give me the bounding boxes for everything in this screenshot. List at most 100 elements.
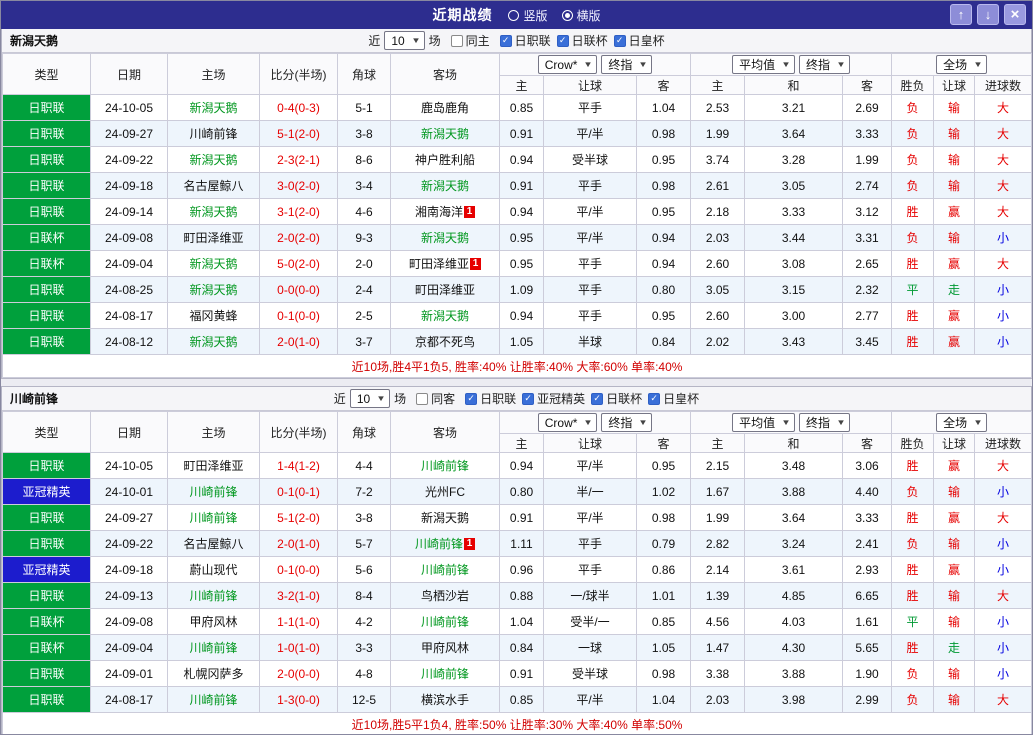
avg-home: 2.14 (690, 556, 746, 583)
match-score: 0-1(0-0) (259, 302, 338, 329)
games-label: 场 (428, 34, 441, 48)
close-button[interactable]: × (1004, 4, 1026, 25)
away-team: 横滨水手 (390, 686, 500, 713)
result-outcome: 胜 (891, 634, 935, 661)
result-outcome: 胜 (891, 328, 935, 355)
radio-label: 横版 (576, 8, 601, 23)
handicap: 受半球 (543, 146, 637, 173)
competition-checkbox[interactable]: ✓ 日联杯 (591, 390, 642, 407)
radio-vertical-layout[interactable]: 竖版 (508, 7, 548, 24)
match-row: 日职联 24-09-18 名古屋鲸八 3-0(2-0) 3-4 新潟天鹅 0.91 平手 0.9… (2, 172, 1032, 199)
match-type: 日职联 (2, 582, 91, 609)
match-row: 日职联 24-08-25 新潟天鹅 0-0(0-0) 2-4 町田泽维亚 1.09 平手 0.8… (2, 276, 1032, 303)
match-row: 亚冠精英 24-09-18 蔚山现代 0-1(0-0) 5-6 川崎前锋 0.96 平手 0.8… (2, 556, 1032, 583)
same-venue-checkbox[interactable]: 同客 (416, 390, 455, 407)
match-type: 日职联 (2, 452, 91, 479)
scroll-down-button[interactable]: ↓ (977, 4, 999, 25)
away-team: 京都不死鸟 (390, 328, 500, 355)
match-count-select[interactable]: 10 ▼ (384, 31, 425, 50)
corner-score: 5-7 (337, 530, 391, 557)
col-header-score: 比分(半场) (259, 411, 338, 453)
odds-away: 0.85 (635, 608, 692, 635)
subcol-handicap: 让球 (543, 433, 637, 453)
same-venue-checkbox[interactable]: 同主 (450, 32, 490, 49)
corner-score: 3-7 (337, 328, 391, 355)
checkbox-icon: ✓ (465, 392, 478, 405)
away-team: 町田泽维亚 1 (390, 250, 500, 277)
col-header-home: 主场 (167, 53, 260, 95)
avg-away: 1.99 (842, 146, 893, 173)
result-outcome: 负 (891, 94, 935, 121)
checkbox-icon: ✓ (522, 392, 535, 405)
odds-time-select[interactable]: 终指 ▼ (601, 413, 653, 432)
odds-away: 1.02 (635, 478, 692, 505)
subcol-avg-away: 客 (842, 75, 893, 95)
away-team: 新潟天鹅 (390, 504, 500, 531)
match-row: 日职联 24-09-22 新潟天鹅 2-3(2-1) 8-6 神户胜利船 0.94 受半球 0.… (2, 146, 1032, 173)
odds-away: 0.84 (635, 328, 692, 355)
odds-home: 0.94 (499, 302, 544, 329)
match-score: 5-1(2-0) (259, 504, 338, 531)
odds-source-select[interactable]: Crow* ▼ (537, 413, 598, 432)
match-score: 0-1(0-0) (259, 556, 338, 583)
avg-away: 3.45 (842, 328, 893, 355)
team-name: 川崎前锋 (10, 392, 59, 406)
competition-checkbox[interactable]: ✓ 日职联 (465, 390, 516, 407)
result-goals: 小 (974, 660, 1032, 687)
competition-checkbox[interactable]: ✓ 日皇杯 (613, 32, 665, 49)
period-select[interactable]: 全场 ▼ (936, 413, 988, 432)
team-link: 京都不死鸟 (414, 335, 475, 349)
competition-checkbox[interactable]: ✓ 日皇杯 (648, 390, 699, 407)
team-link: 川崎前锋 (189, 127, 238, 141)
match-count-select[interactable]: 10 ▼ (349, 389, 391, 408)
col-header-date: 日期 (90, 411, 168, 453)
odds-source-select[interactable]: Crow* ▼ (537, 55, 598, 74)
col-header-corner: 角球 (337, 53, 391, 95)
home-team: 川崎前锋 (167, 478, 260, 505)
match-type: 日职联 (2, 660, 91, 687)
checkbox-icon: ✓ (591, 392, 604, 405)
odds-home: 0.91 (499, 120, 544, 147)
result-handicap: 输 (933, 478, 976, 505)
competition-checkbox[interactable]: ✓ 日职联 (499, 32, 551, 49)
odds-home: 1.04 (499, 608, 544, 635)
match-row: 日联杯 24-09-08 甲府风林 1-1(1-0) 4-2 川崎前锋 1.04 受半/一 0.… (2, 608, 1032, 635)
competition-checkbox[interactable]: ✓ 日联杯 (556, 32, 608, 49)
home-team: 福冈黄蜂 (167, 302, 260, 329)
away-team: 鹿岛鹿角 (390, 94, 500, 121)
avg-away: 2.77 (842, 302, 893, 329)
match-score: 3-1(2-0) (259, 198, 338, 225)
competition-checkbox[interactable]: ✓ 亚冠精英 (522, 390, 585, 407)
avg-time-select[interactable]: 终指 ▼ (799, 413, 850, 432)
subcol-odds-away: 客 (635, 433, 692, 453)
subcol-odds-away: 客 (635, 75, 692, 95)
away-team: 川崎前锋 1 (390, 530, 500, 557)
match-type: 日职联 (2, 120, 91, 147)
match-score: 1-1(1-0) (259, 608, 338, 635)
avg-source-select[interactable]: 平均值 ▼ (732, 55, 796, 74)
avg-draw: 4.03 (744, 608, 844, 635)
result-outcome: 负 (891, 478, 935, 505)
odds-away: 0.86 (635, 556, 692, 583)
match-date: 24-08-17 (90, 686, 168, 713)
period-select[interactable]: 全场 ▼ (936, 55, 988, 74)
avg-source-select[interactable]: 平均值 ▼ (732, 413, 796, 432)
radio-horizontal-layout[interactable]: 横版 (561, 7, 601, 24)
home-team: 新潟天鹅 (167, 250, 260, 277)
home-team: 名古屋鲸八 (167, 172, 260, 199)
match-score: 0-1(0-1) (259, 478, 338, 505)
odds-away: 0.98 (635, 120, 692, 147)
scroll-up-button[interactable]: ↑ (950, 4, 972, 25)
result-outcome: 平 (891, 276, 935, 303)
result-handicap: 输 (933, 94, 976, 121)
near-label: 近 (333, 392, 346, 406)
odds-time-select[interactable]: 终指 ▼ (601, 55, 653, 74)
subcol-avg-away: 客 (842, 433, 893, 453)
result-goals: 大 (974, 198, 1032, 225)
handicap: 平手 (543, 250, 637, 277)
team-link: 札幌冈萨多 (183, 667, 244, 681)
corner-score: 3-8 (337, 504, 391, 531)
result-goals: 小 (974, 608, 1032, 635)
avg-time-select[interactable]: 终指 ▼ (799, 55, 850, 74)
result-outcome: 负 (891, 686, 935, 713)
